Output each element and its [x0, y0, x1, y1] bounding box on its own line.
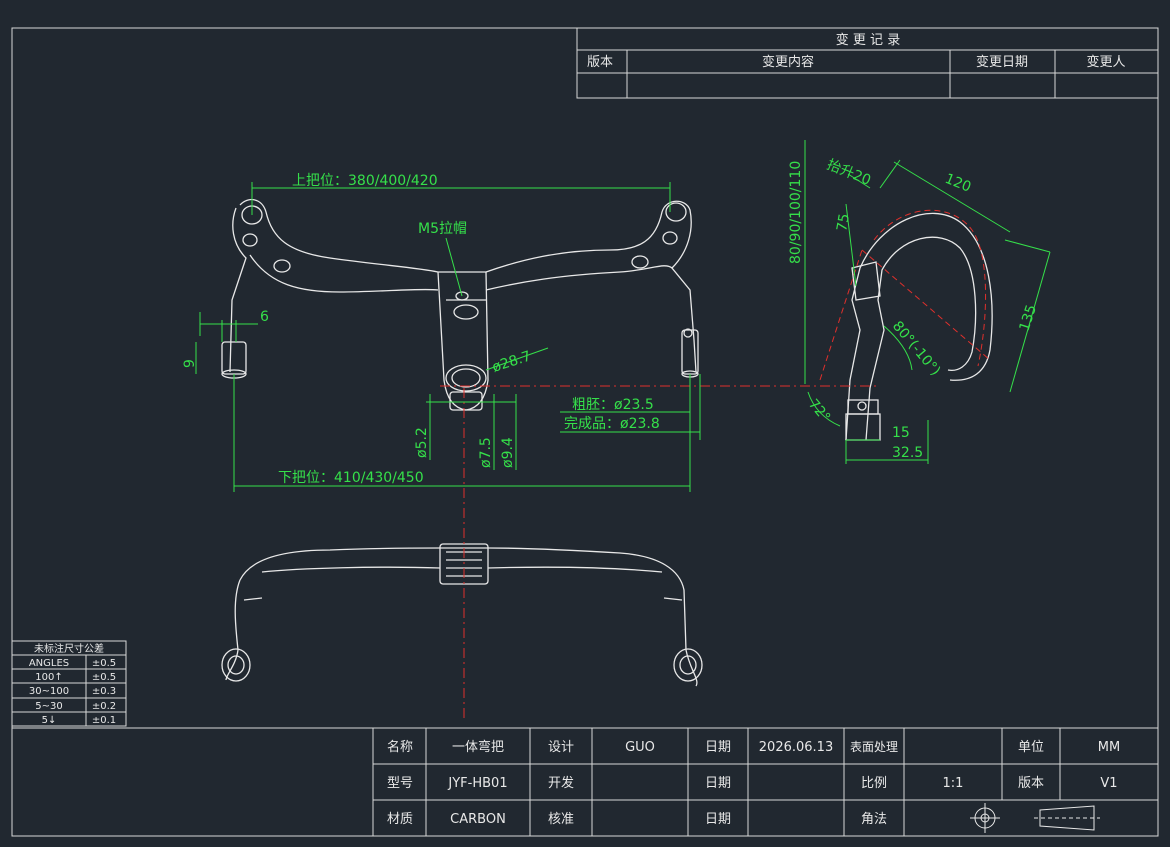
dim-nine: 9 [182, 359, 198, 368]
dim-dia-5-2: ø5.2 [414, 427, 430, 458]
cad-drawing: 变 更 记 录 版本 变更内容 变更日期 变更人 上把位：380/400/420… [0, 0, 1170, 847]
tb-check-label: 核准 [548, 812, 574, 827]
tolerance-row-label: 100↑ [35, 672, 62, 683]
tb-design-label: 设计 [548, 740, 574, 755]
tb-projection-label: 角法 [861, 812, 887, 827]
dim-dia-7-5: ø7.5 [478, 437, 494, 468]
tb-material-value: CARBON [450, 812, 506, 827]
tb-model-value: JYF-HB01 [447, 776, 507, 791]
tb-name-value: 一体弯把 [452, 739, 504, 755]
revision-title: 变 更 记 录 [836, 32, 900, 48]
tb-model-label: 型号 [387, 776, 413, 791]
dim-finished: 完成品：ø23.8 [564, 416, 660, 432]
tolerance-row-value: ±0.1 [92, 715, 116, 726]
tolerance-row-label: 5↓ [42, 715, 57, 726]
tb-surface-label: 表面处理 [850, 740, 898, 754]
tb-design-value: GUO [625, 740, 655, 755]
revision-header-version: 版本 [587, 55, 613, 70]
tb-name-label: 名称 [387, 739, 413, 755]
revision-header-content: 变更内容 [762, 54, 814, 70]
tolerance-row-label: 5~30 [35, 701, 62, 712]
tb-date-value: 2026.06.13 [759, 740, 833, 755]
tb-version-value: V1 [1100, 776, 1117, 791]
tolerance-row-value: ±0.5 [92, 658, 116, 669]
tolerance-row-value: ±0.3 [92, 686, 116, 697]
tb-date-label: 日期 [705, 812, 731, 827]
tb-date-label: 日期 [705, 776, 731, 791]
dim-32-5: 32.5 [892, 445, 923, 461]
dim-upper-grip: 上把位：380/400/420 [292, 173, 438, 189]
dim-lower-grip: 下把位：410/430/450 [278, 470, 424, 486]
dim-six: 6 [260, 309, 269, 325]
dim-dia-9-4: ø9.4 [500, 437, 516, 468]
revision-header-person: 变更人 [1086, 54, 1125, 70]
dim-75: 75 [834, 212, 853, 232]
tb-version-label: 版本 [1018, 776, 1044, 791]
dim-m5-cap: M5拉帽 [418, 221, 467, 237]
tolerance-row-label: ANGLES [29, 658, 69, 669]
tb-unit-value: MM [1098, 740, 1120, 755]
dim-blank: 粗胚：ø23.5 [572, 397, 654, 413]
tb-dev-label: 开发 [548, 775, 574, 791]
dim-stack: 80/90/100/110 [788, 161, 804, 264]
drawing-canvas: 变 更 记 录 版本 变更内容 变更日期 变更人 上把位：380/400/420… [0, 0, 1170, 847]
tolerance-row-value: ±0.5 [92, 672, 116, 683]
tb-date-label: 日期 [705, 740, 731, 755]
tb-scale-label: 比例 [861, 776, 887, 791]
tolerance-row-value: ±0.2 [92, 701, 116, 712]
revision-header-date: 变更日期 [976, 54, 1028, 70]
tb-scale-value: 1:1 [943, 776, 964, 791]
tolerance-title: 未标注尺寸公差 [34, 642, 104, 655]
tb-unit-label: 单位 [1018, 740, 1044, 755]
tb-material-label: 材质 [387, 812, 413, 827]
dim-15: 15 [892, 425, 910, 441]
tolerance-row-label: 30~100 [29, 686, 69, 697]
